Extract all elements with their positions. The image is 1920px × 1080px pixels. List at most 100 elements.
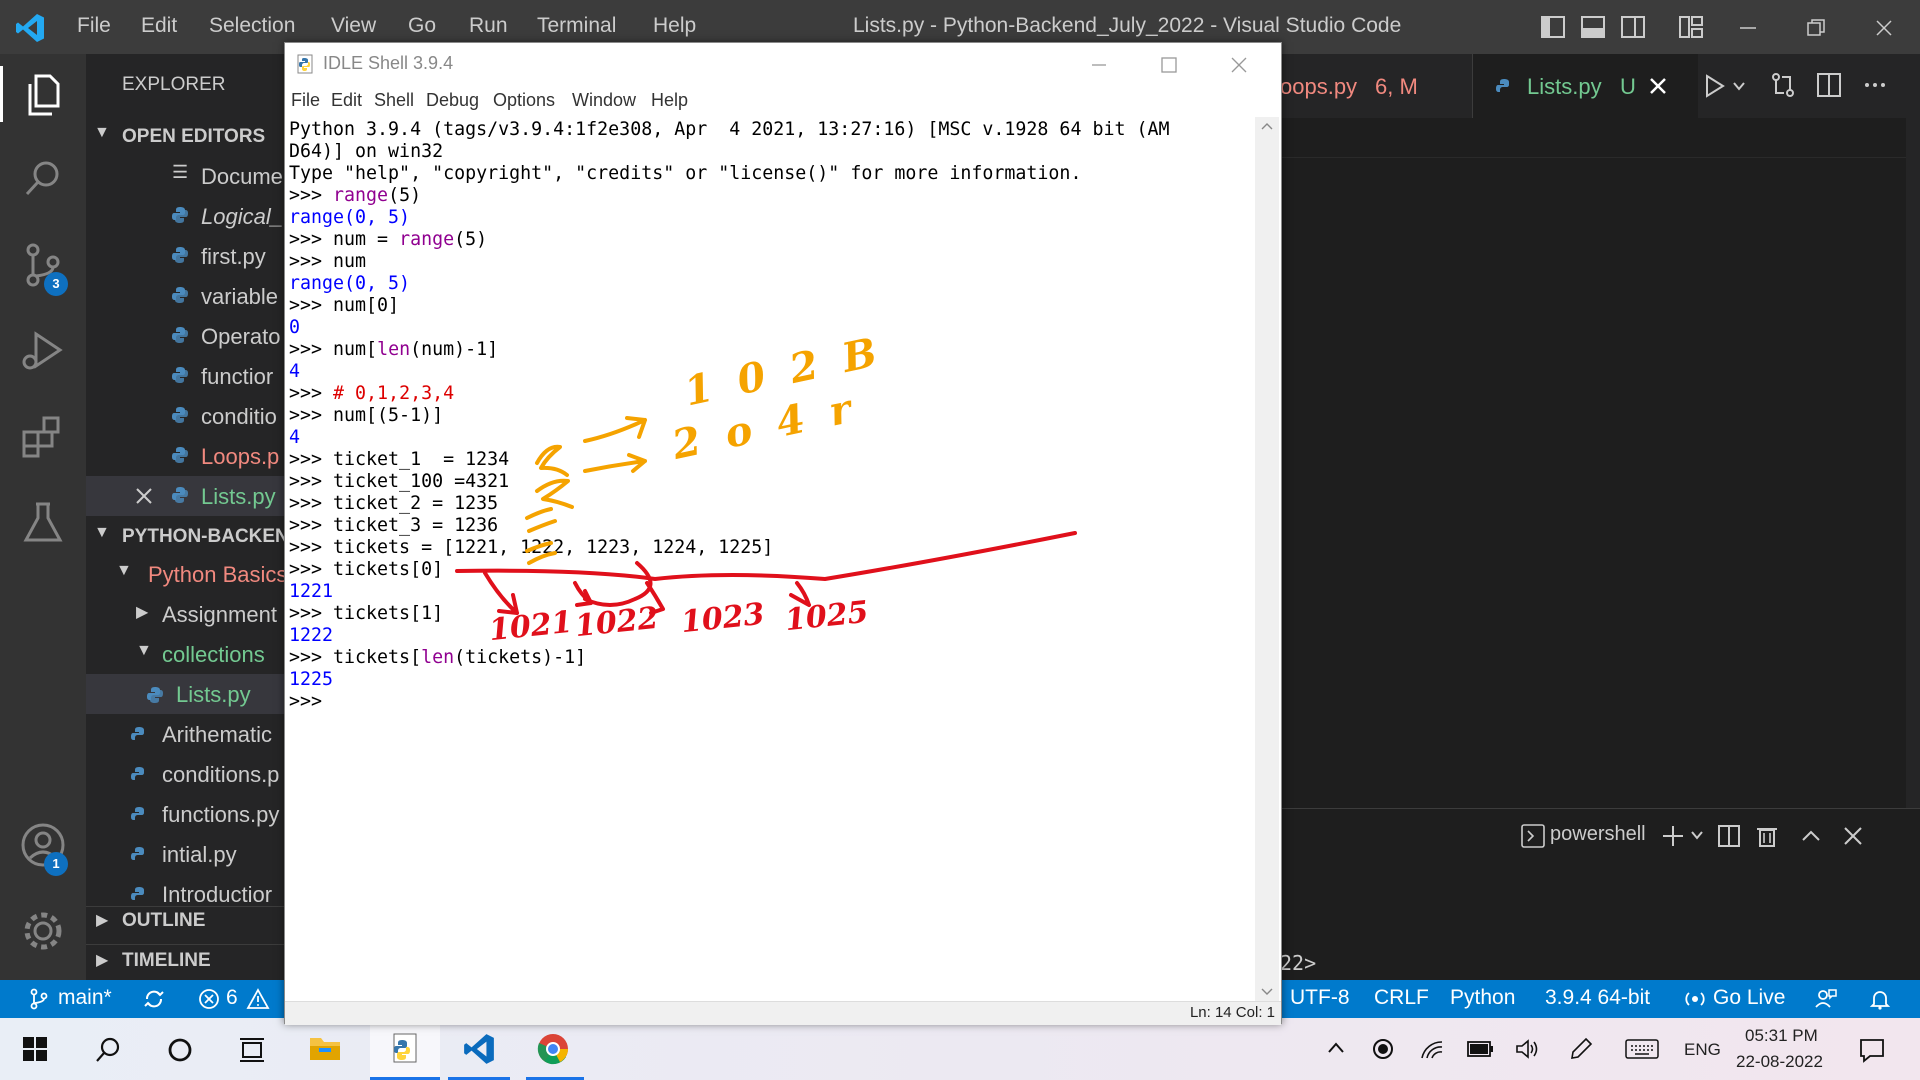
volume-icon[interactable]	[1514, 1038, 1540, 1060]
open-editor-item[interactable]: Docume	[201, 164, 283, 190]
tree-file[interactable]: functions.py	[162, 802, 279, 828]
compare-changes-icon[interactable]	[1768, 70, 1798, 100]
taskbar-search-icon[interactable]	[94, 1036, 122, 1064]
toggle-sidebar-icon[interactable]	[1540, 14, 1566, 40]
scroll-up-icon[interactable]	[1260, 121, 1274, 131]
toggle-secondary-sidebar-icon[interactable]	[1620, 14, 1646, 40]
tree-file[interactable]: Introductior	[162, 882, 272, 908]
more-actions-icon[interactable]	[1860, 70, 1890, 100]
battery-icon[interactable]	[1466, 1040, 1494, 1058]
customize-layout-icon[interactable]	[1678, 14, 1704, 40]
tray-chevron-up-icon[interactable]	[1326, 1040, 1346, 1056]
tree-folder[interactable]: collections	[162, 642, 265, 668]
cortana-icon[interactable]	[166, 1036, 194, 1064]
open-editor-item[interactable]: first.py	[201, 244, 266, 270]
menu-go[interactable]: Go	[408, 14, 436, 38]
chevron-up-icon[interactable]	[1798, 823, 1824, 849]
open-editor-item[interactable]: Logical_	[201, 204, 283, 230]
error-count[interactable]: 6	[226, 986, 238, 1010]
restore-icon[interactable]	[1804, 16, 1828, 40]
chevron-right-icon[interactable]: ▶	[96, 910, 108, 930]
wifi-icon[interactable]	[1420, 1038, 1444, 1060]
encoding[interactable]: UTF-8	[1290, 986, 1350, 1010]
vscode-taskbar-icon[interactable]	[462, 1032, 496, 1066]
close-editor-icon[interactable]	[134, 486, 154, 506]
split-editor-icon[interactable]	[1814, 70, 1844, 100]
open-editor-item[interactable]: Operato	[201, 324, 281, 350]
menu-view[interactable]: View	[331, 14, 376, 38]
go-live-icon[interactable]	[1684, 988, 1706, 1010]
close-panel-icon[interactable]	[1840, 823, 1866, 849]
task-view-icon[interactable]	[238, 1036, 266, 1064]
menu-file[interactable]: File	[77, 14, 111, 38]
terminal-name[interactable]: powershell	[1550, 823, 1646, 846]
tree-folder[interactable]: Assignment	[162, 602, 277, 628]
clock-time[interactable]: 05:31 PM	[1745, 1026, 1818, 1046]
feedback-icon[interactable]	[1814, 987, 1838, 1011]
chrome-icon[interactable]	[536, 1032, 570, 1066]
sync-icon[interactable]	[142, 987, 166, 1011]
tree-folder[interactable]: Python Basics	[148, 562, 286, 588]
tree-file[interactable]: Lists.py	[176, 682, 251, 708]
line-endings[interactable]: CRLF	[1374, 986, 1429, 1010]
open-editor-item[interactable]: variable	[201, 284, 278, 310]
file-explorer-icon[interactable]	[308, 1032, 342, 1064]
tab-lists-label[interactable]: Lists.py	[1527, 74, 1602, 100]
chevron-down-icon[interactable]	[1732, 80, 1746, 92]
minimap-scroll[interactable]	[1906, 118, 1920, 808]
search-icon[interactable]	[18, 154, 68, 204]
tree-file[interactable]: intial.py	[162, 842, 237, 868]
input-language[interactable]: ENG	[1684, 1040, 1721, 1060]
interpreter-version[interactable]: 3.9.4 64-bit	[1545, 986, 1650, 1010]
timeline-header[interactable]: TIMELINE	[122, 950, 211, 972]
language-mode[interactable]: Python	[1450, 986, 1515, 1010]
trash-icon[interactable]	[1754, 823, 1780, 849]
chevron-down-icon[interactable]: ▼	[94, 524, 110, 542]
tree-file[interactable]: Arithematic	[162, 722, 272, 748]
run-file-icon[interactable]	[1700, 72, 1728, 100]
editor-content[interactable]	[1280, 118, 1920, 808]
tab-close-icon[interactable]	[1648, 76, 1668, 96]
new-terminal-plus-icon[interactable]	[1660, 823, 1686, 849]
chevron-down-icon[interactable]: ▼	[94, 124, 110, 142]
record-icon[interactable]	[1372, 1038, 1394, 1060]
error-icon[interactable]	[198, 988, 220, 1010]
branch-name[interactable]: main*	[58, 986, 112, 1010]
testing-flask-icon[interactable]	[18, 498, 68, 548]
clock-date[interactable]: 22-08-2022	[1736, 1052, 1823, 1072]
chevron-right-icon[interactable]: ▶	[96, 950, 108, 970]
menu-selection[interactable]: Selection	[209, 14, 295, 38]
menu-terminal[interactable]: Terminal	[537, 14, 616, 38]
idle-scrollbar[interactable]	[1255, 117, 1279, 1001]
python-idle-icon[interactable]	[388, 1032, 422, 1066]
go-live-label[interactable]: Go Live	[1713, 986, 1785, 1010]
outline-header[interactable]: OUTLINE	[122, 910, 205, 932]
tab-loops-label[interactable]: oops.py	[1280, 74, 1357, 100]
open-editor-item[interactable]: functior	[201, 364, 273, 390]
tree-file[interactable]: conditions.p	[162, 762, 279, 788]
chevron-right-icon[interactable]: ▶	[136, 602, 148, 622]
pen-ink-icon[interactable]	[1568, 1036, 1594, 1062]
menu-help[interactable]: Help	[653, 14, 696, 38]
explorer-icon[interactable]	[18, 70, 68, 120]
touch-keyboard-icon[interactable]	[1624, 1038, 1660, 1060]
windows-start-icon[interactable]	[22, 1036, 48, 1062]
open-editor-item[interactable]: conditio	[201, 404, 277, 430]
minimize-icon[interactable]	[1736, 16, 1760, 40]
notification-center-icon[interactable]	[1858, 1036, 1886, 1064]
open-editors-header[interactable]: OPEN EDITORS	[122, 126, 265, 148]
run-debug-icon[interactable]	[18, 326, 68, 376]
settings-gear-icon[interactable]	[18, 906, 68, 956]
project-header[interactable]: PYTHON-BACKEN	[122, 526, 286, 548]
chevron-down-icon[interactable]	[1690, 829, 1704, 841]
extensions-icon[interactable]	[18, 412, 68, 462]
close-icon[interactable]	[1872, 16, 1896, 40]
split-terminal-icon[interactable]	[1716, 823, 1742, 849]
bell-icon[interactable]	[1868, 987, 1892, 1011]
open-editor-item[interactable]: Loops.p	[201, 444, 279, 470]
warning-icon[interactable]	[246, 988, 270, 1010]
menu-edit[interactable]: Edit	[141, 14, 177, 38]
open-editor-item-active[interactable]: Lists.py	[201, 484, 276, 510]
toggle-panel-icon[interactable]	[1580, 14, 1606, 40]
chevron-down-icon[interactable]: ▼	[136, 642, 152, 660]
